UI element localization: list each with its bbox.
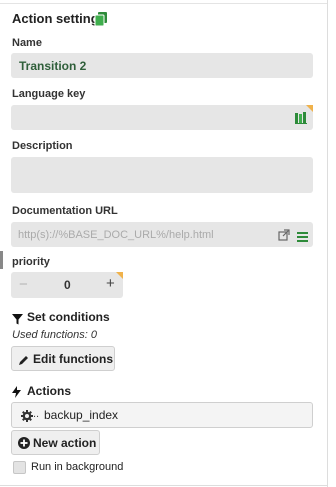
- resize-handle[interactable]: [0, 251, 3, 269]
- new-action-label: New action: [33, 436, 97, 450]
- run-in-background-checkbox[interactable]: [13, 461, 26, 474]
- indicator-corner: [306, 105, 313, 112]
- truncation-marker: ..: [33, 408, 40, 420]
- book-icon[interactable]: [295, 111, 307, 124]
- documentation-url-placeholder: http(s)://%BASE_DOC_URL%/help.html: [18, 229, 214, 241]
- edit-functions-label: Edit functions: [33, 352, 113, 366]
- language-key-input[interactable]: [11, 105, 313, 130]
- description-textarea[interactable]: [11, 157, 313, 193]
- new-action-button[interactable]: New action: [11, 430, 100, 455]
- name-label: Name: [12, 37, 42, 49]
- description-label: Description: [12, 140, 73, 152]
- action-name: backup_index: [44, 408, 119, 422]
- set-conditions-heading: Set conditions: [27, 310, 110, 324]
- run-in-background-label[interactable]: Run in background: [31, 461, 123, 473]
- pencil-icon: [19, 354, 29, 365]
- plus-circle-icon: [18, 437, 30, 449]
- name-input[interactable]: Transition 2: [11, 53, 313, 78]
- action-settings-panel: Action settings Name Transition 2 Langua…: [0, 0, 336, 487]
- used-functions-text: Used functions: 0: [12, 329, 97, 341]
- documentation-url-label: Documentation URL: [12, 205, 118, 217]
- bottom-divider: [0, 485, 327, 486]
- action-item[interactable]: .. backup_index: [11, 402, 313, 428]
- documentation-url-input[interactable]: http(s)://%BASE_DOC_URL%/help.html: [11, 222, 313, 247]
- actions-heading: Actions: [27, 384, 72, 398]
- panel-title: Action settings: [12, 11, 106, 26]
- priority-stepper[interactable]: − 0 +: [11, 272, 123, 298]
- menu-icon[interactable]: [297, 229, 308, 242]
- right-divider: [327, 0, 328, 487]
- increment-button[interactable]: +: [106, 275, 115, 292]
- bolt-icon: [12, 385, 21, 398]
- gear-icon: [21, 409, 33, 422]
- edit-functions-button[interactable]: Edit functions: [11, 346, 115, 371]
- copy-icon[interactable]: [94, 11, 108, 27]
- language-key-label: Language key: [12, 88, 86, 100]
- name-value: Transition 2: [19, 59, 87, 73]
- external-link-icon[interactable]: [278, 228, 290, 241]
- indicator-corner: [116, 272, 123, 279]
- filter-icon: [12, 312, 23, 325]
- top-divider: [0, 3, 327, 4]
- decrement-button[interactable]: −: [19, 276, 28, 293]
- priority-value[interactable]: 0: [64, 278, 71, 292]
- priority-label: priority: [12, 256, 50, 268]
